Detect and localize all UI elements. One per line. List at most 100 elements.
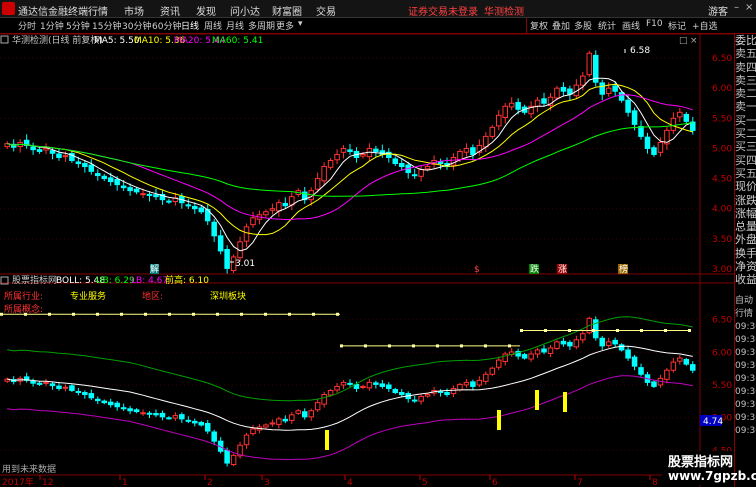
candle-body — [489, 126, 496, 137]
prev-high-label: 前高: 6.10 — [165, 274, 209, 286]
sub-candle-body — [457, 383, 463, 391]
future-data-note: 用到未来数据 — [2, 463, 56, 475]
sub-candle-body — [554, 341, 560, 349]
sub-candle-body — [612, 339, 618, 345]
sub-candle-body — [599, 337, 605, 347]
site-watermark: 股票指标网 www.7gpzb.com — [662, 451, 756, 485]
candle-body — [605, 87, 612, 94]
quote-label-item: 外盘 — [735, 233, 756, 247]
sub-candle-body — [379, 383, 386, 387]
sub-candle-body — [567, 341, 573, 347]
x-tick-label: 12 — [42, 478, 53, 487]
minimize-icon[interactable]: – — [734, 2, 739, 13]
sub-candle-body — [560, 340, 567, 345]
tick-time-item: 行情 — [735, 308, 754, 319]
candle-body — [56, 153, 62, 158]
ma20-line — [7, 94, 693, 221]
candle-body — [508, 102, 515, 108]
sub-candle-body — [437, 390, 444, 394]
region-label: 地区: — [142, 290, 163, 302]
candle-body — [211, 221, 217, 237]
candle-body — [62, 155, 69, 158]
candle-body — [586, 52, 593, 76]
quote-label-item: 现价 — [735, 180, 756, 194]
sub-candle-body — [625, 349, 631, 359]
sub-candle-body — [263, 424, 269, 428]
candle-body — [153, 194, 159, 198]
industry-value: 专业服务 — [70, 290, 106, 302]
y-tick-label: 6.50 — [712, 316, 732, 326]
ma5-line — [7, 77, 693, 252]
kline-chart[interactable]: 3.00 3.50 4.00 4.50 5.00 5.50 6.00 6.50 4.50 5.0… — [0, 0, 734, 487]
candle-body — [495, 114, 502, 127]
x-year-label: 2017年 — [2, 476, 34, 487]
signal-bar — [535, 390, 539, 410]
ma60-label: MA60: 5.41 — [212, 36, 263, 46]
quote-label-item: 收益 — [735, 273, 756, 287]
x-tick-label: 2 — [207, 478, 213, 487]
marker-bang: 榜 — [619, 263, 628, 275]
candle-body — [49, 150, 56, 154]
watermark-title: 股票指标网 — [668, 455, 734, 470]
sub-candle-body — [192, 420, 198, 424]
y-tick-label: 3.00 — [712, 265, 732, 275]
lb-label: LB: 4.67 — [131, 276, 168, 286]
x-tick-label: 3 — [264, 478, 270, 487]
marker-die: 跌 — [530, 264, 539, 275]
candle-body — [146, 193, 153, 196]
sub-candle-body — [107, 401, 114, 406]
level-dot — [340, 344, 343, 348]
sub-candle-body — [366, 381, 373, 389]
sub-candle-body — [127, 408, 133, 412]
y-tick-label: 6.00 — [712, 348, 732, 358]
marker-jie: 解 — [150, 263, 159, 275]
tick-time-item: 09:30 — [735, 347, 756, 358]
quote-labels: 委比 卖五 卖四 卖三 卖二 卖一 买一 买二 买三 买四 买五 现价 涨跌 涨幅 总量 外盘 换手 净资 收益 — [735, 34, 756, 287]
quote-label-item: 涨跌 — [735, 193, 756, 207]
level-dot — [460, 344, 463, 348]
sub-candle-body — [360, 385, 366, 388]
sub-candle-body — [243, 434, 250, 446]
level-dot — [436, 344, 439, 348]
signal-bar — [563, 392, 567, 412]
candle-body — [114, 178, 120, 186]
sub-candle-body — [470, 381, 476, 387]
candle-body — [243, 226, 250, 242]
sub-candle-body — [463, 381, 470, 386]
x-tick-label: 5 — [422, 478, 428, 487]
candle-body — [340, 147, 347, 153]
level-dot — [24, 312, 27, 316]
x-tick-label: 6 — [492, 478, 498, 487]
sub-candle-body — [411, 399, 418, 402]
candle-body — [360, 153, 366, 157]
sub-candle-body — [528, 353, 534, 360]
level-dot — [144, 312, 147, 316]
candle-body — [683, 113, 690, 122]
candle-body — [631, 110, 638, 125]
watermark-url: www.7gpzb.com — [668, 469, 756, 483]
sub-candle-body — [101, 400, 108, 404]
sub-candle-body — [30, 380, 36, 384]
candle-body — [43, 147, 49, 151]
panel-close-icon: × — [690, 36, 698, 46]
candle-body — [651, 147, 657, 155]
sub-candle-body — [82, 392, 88, 396]
sub-candle-body — [483, 373, 489, 382]
tick-times: 自动行情 09:30 09:30 09:30 09:30 09:30 09:30 09:30 0… — [735, 295, 756, 438]
y-tick-label: 4.00 — [712, 205, 732, 215]
concept-label: 所属概念: — [4, 303, 43, 315]
level-dot — [364, 344, 367, 348]
quote-label-item: 委比 — [735, 34, 756, 47]
tick-time-item: 09:30 — [735, 373, 756, 384]
candle-body — [30, 146, 36, 151]
candle-body — [612, 85, 618, 92]
close-icon[interactable]: × — [745, 2, 753, 13]
candle-body — [321, 166, 327, 182]
candle-body — [269, 208, 276, 211]
y-tick-label: 6.00 — [712, 84, 732, 94]
level-dot — [240, 312, 243, 316]
sub-candle-body — [159, 412, 166, 418]
sub-candle-body — [224, 449, 230, 464]
level-dot — [48, 312, 51, 316]
sub-candle-body — [282, 418, 289, 422]
